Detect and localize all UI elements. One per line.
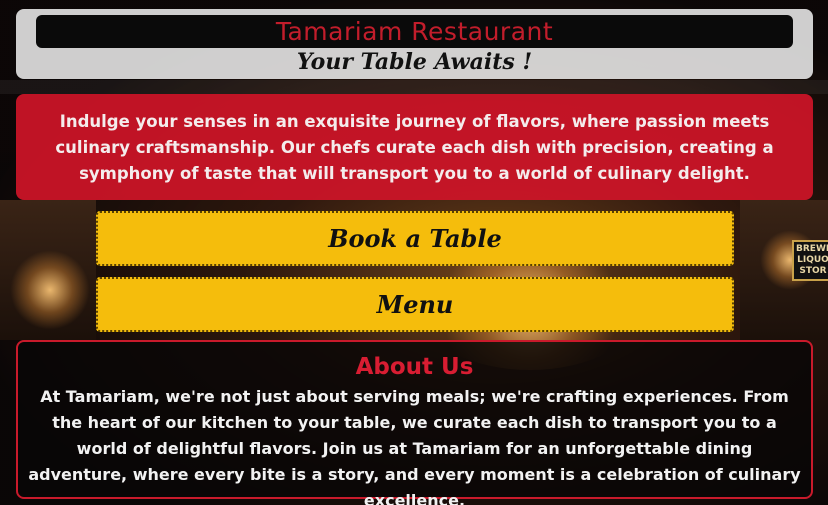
about-section: About Us At Tamariam, we're not just abo… [16,340,813,505]
intro-panel: Indulge your senses in an exquisite jour… [16,94,813,200]
site-header: Tamariam Restaurant Your Table Awaits ! [16,9,813,79]
book-table-label: Book a Table [328,224,502,253]
store-sign: BREWE LIQUO STOR [792,240,828,281]
restaurant-name: Tamariam Restaurant [275,17,554,46]
intro-text: Indulge your senses in an exquisite jour… [55,112,774,183]
menu-label: Menu [376,290,454,319]
ceiling-beam [0,80,828,94]
book-table-button[interactable]: Book a Table [96,211,734,266]
about-text: At Tamariam, we're not just about servin… [28,387,801,505]
about-title: About Us [355,354,474,380]
bar-light-left [10,250,90,330]
tagline: Your Table Awaits ! [296,49,533,75]
title-bar: Tamariam Restaurant [36,15,793,48]
menu-button[interactable]: Menu [96,277,734,332]
